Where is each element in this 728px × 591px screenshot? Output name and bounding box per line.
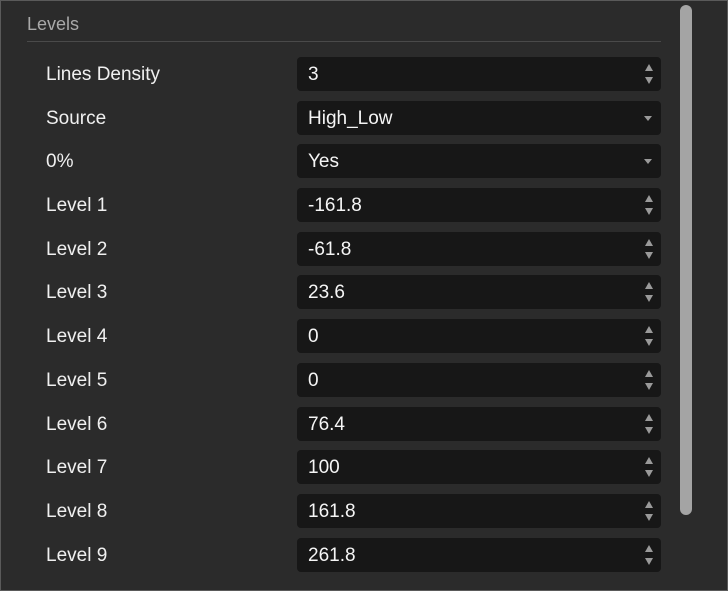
setting-value: 100 [308,457,340,479]
setting-row: Level 3 23.6 [1,271,671,315]
setting-label: Lines Density [46,64,161,85]
setting-row: Level 1 -161.8 [1,184,671,228]
up-down-arrows-icon[interactable] [643,499,655,523]
setting-value: -161.8 [308,195,362,217]
setting-row: Level 6 76.4 [1,403,671,447]
setting-value: 0 [308,369,319,391]
setting-row: Level 7 100 [1,446,671,490]
setting-number-input[interactable]: 261.8 [297,537,661,572]
setting-value: High_Low [308,107,393,129]
setting-label: Level 9 [46,544,108,566]
setting-value: -61.8 [308,238,352,260]
section-title: Levels [27,14,80,34]
setting-number-input[interactable]: 76.4 [297,406,661,441]
setting-label: Level 1 [46,195,108,217]
setting-label: Level 7 [46,457,108,479]
vertical-scrollbar[interactable] [680,5,692,515]
setting-number-input[interactable]: 0 [297,362,661,397]
setting-number-input[interactable]: 23.6 [297,275,661,310]
setting-number-input[interactable]: 0 [297,319,661,354]
setting-number-input[interactable]: -61.8 [297,231,661,266]
setting-number-input[interactable]: 100 [297,450,661,485]
chevron-down-icon[interactable] [643,156,653,166]
setting-label: 0% [46,151,74,173]
setting-label: Level 6 [46,413,108,435]
settings-list: Lines Density 3 Source High_Low 0% Yes Level 1… [1,53,671,577]
up-down-arrows-icon[interactable] [643,412,655,436]
setting-label: Source [46,107,107,129]
setting-label: Level 3 [46,282,108,304]
up-down-arrows-icon[interactable] [643,543,655,567]
setting-label: Level 4 [46,326,108,348]
up-down-arrows-icon[interactable] [643,324,655,348]
section-header: Levels [27,5,661,42]
setting-dropdown[interactable]: High_Low [297,100,661,135]
setting-value: 0 [308,326,319,348]
setting-value: 261.8 [308,544,356,566]
setting-row: Level 8 161.8 [1,490,671,534]
setting-row: Lines Density 3 [1,53,671,97]
setting-value: 3 [308,64,319,85]
setting-value: 161.8 [308,500,356,522]
up-down-arrows-icon[interactable] [643,193,655,217]
up-down-arrows-icon[interactable] [643,237,655,261]
up-down-arrows-icon[interactable] [643,280,655,304]
setting-row: Level 2 -61.8 [1,228,671,272]
setting-number-input[interactable]: 161.8 [297,493,661,528]
setting-number-input[interactable]: -161.8 [297,188,661,223]
setting-value: Yes [308,151,339,173]
up-down-arrows-icon[interactable] [643,455,655,479]
setting-label: Level 2 [46,238,108,260]
setting-row: 0% Yes [1,140,671,184]
setting-dropdown[interactable]: Yes [297,144,661,179]
setting-number-input[interactable]: 3 [297,57,661,91]
setting-row: Level 9 261.8 [1,534,671,578]
setting-label: Level 5 [46,369,108,391]
setting-value: 23.6 [308,282,345,304]
up-down-arrows-icon[interactable] [643,62,655,86]
setting-row: Level 5 0 [1,359,671,403]
chevron-down-icon[interactable] [643,113,653,123]
setting-row: Level 4 0 [1,315,671,359]
levels-panel: Levels Lines Density 3 Source High_Low 0% Yes… [0,0,728,591]
setting-row: Source High_Low [1,97,671,141]
up-down-arrows-icon[interactable] [643,368,655,392]
setting-label: Level 8 [46,500,108,522]
setting-value: 76.4 [308,413,345,435]
